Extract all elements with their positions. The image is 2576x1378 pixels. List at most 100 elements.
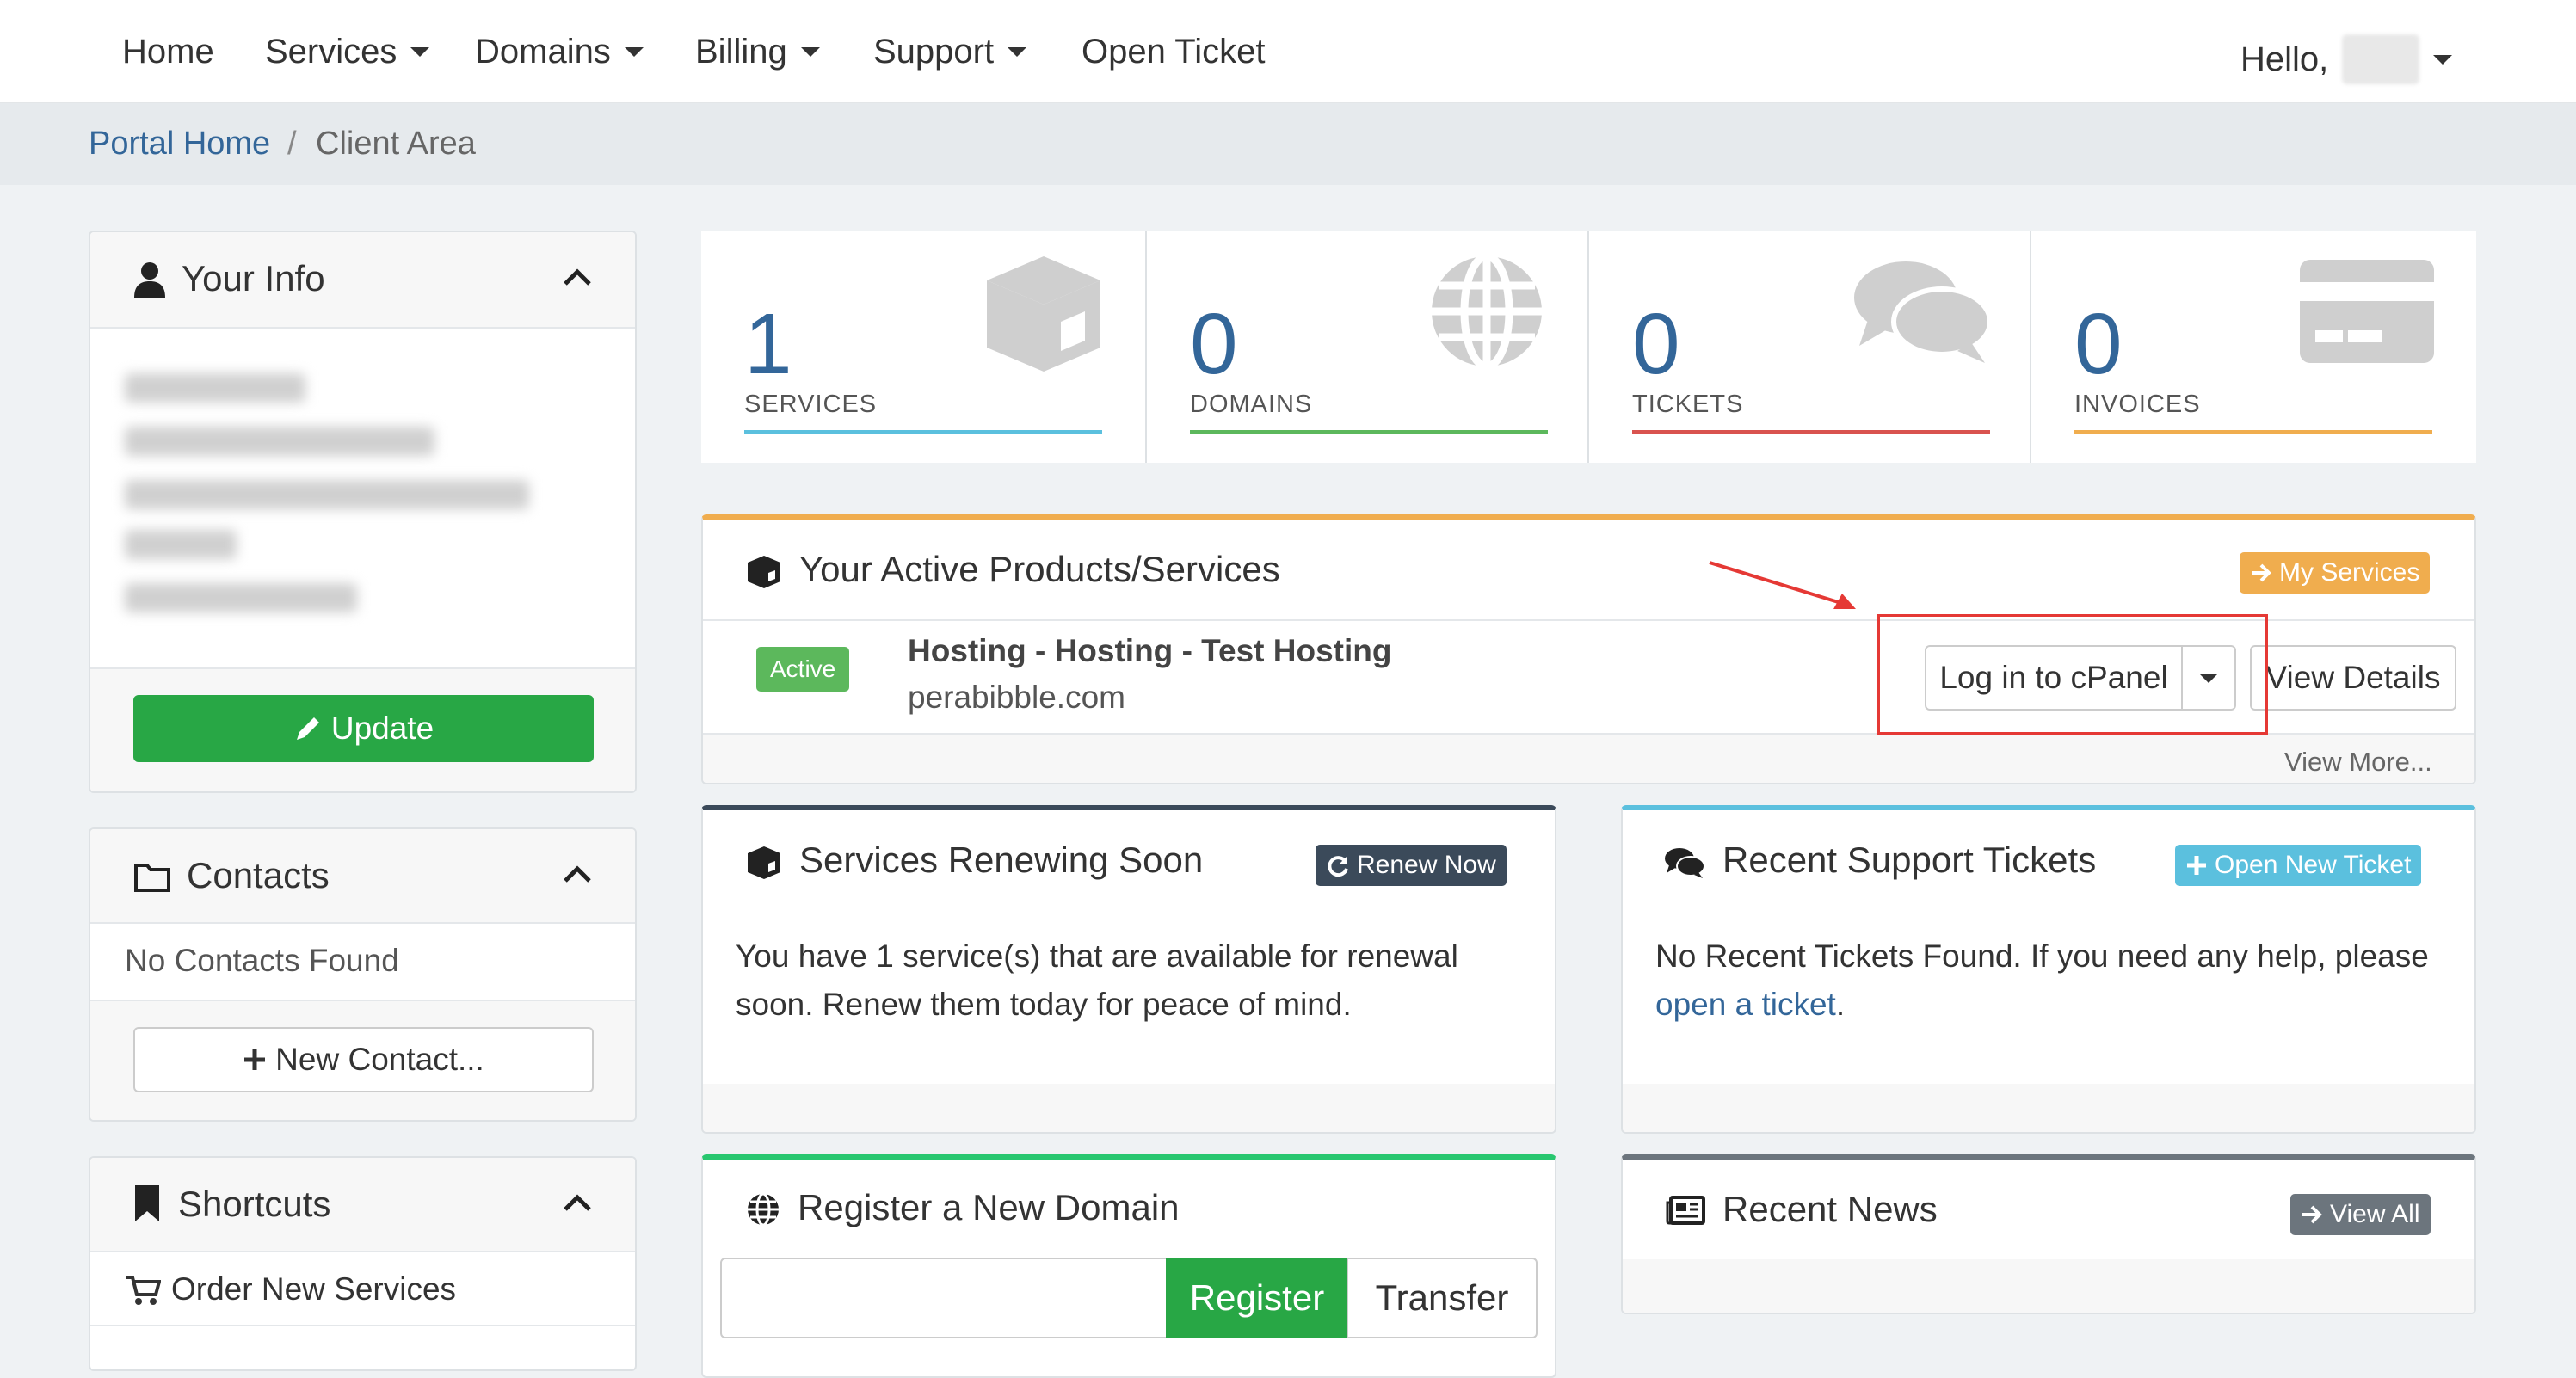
chevron-up-icon[interactable] (562, 1192, 593, 1213)
nav-support[interactable]: Support (873, 33, 1027, 71)
shortcuts-title: Shortcuts (178, 1184, 331, 1224)
active-products-footer: View More... (703, 733, 2474, 783)
user-menu[interactable]: Hello, (2240, 34, 2453, 84)
chevron-up-icon[interactable] (562, 864, 593, 884)
globe-icon (1432, 252, 1542, 371)
domains-count: 0 (1190, 296, 1238, 392)
renew-now-label: Renew Now (1357, 851, 1496, 879)
contacts-empty-text: No Contacts Found (125, 943, 399, 978)
caret-down-icon (800, 47, 820, 57)
nav-open-ticket-label: Open Ticket (1082, 33, 1266, 71)
user-icon (134, 262, 165, 298)
renewing-footer (703, 1084, 1555, 1132)
nav-billing[interactable]: Billing (695, 33, 820, 71)
nav-open-ticket[interactable]: Open Ticket (1082, 33, 1265, 71)
service-domain: perabibble.com (908, 680, 1125, 715)
contacts-empty-row: No Contacts Found (90, 924, 635, 1001)
nav-home[interactable]: Home (122, 33, 214, 71)
pencil-icon (296, 717, 319, 740)
recent-tickets-text: No Recent Tickets Found. If you need any… (1655, 932, 2429, 1029)
tickets-label: TICKETS (1632, 391, 1744, 418)
caret-down-icon (624, 47, 644, 57)
caret-down-icon (410, 47, 430, 57)
view-details-label: View Details (2265, 660, 2441, 695)
breadcrumb-home[interactable]: Portal Home (89, 126, 270, 163)
contacts-panel: Contacts No Contacts Found New Contact..… (89, 827, 637, 1122)
breadcrumb: Portal Home / Client Area (0, 103, 2576, 185)
shortcuts-header[interactable]: Shortcuts (90, 1158, 635, 1252)
register-domain-title: Register a New Domain (798, 1187, 1180, 1227)
bookmark-icon (135, 1185, 159, 1221)
open-new-ticket-label: Open New Ticket (2215, 851, 2412, 879)
recent-tickets-panel: Recent Support Tickets Open New Ticket N… (1621, 805, 2476, 1134)
my-services-label: My Services (2279, 558, 2420, 587)
caret-down-icon (2433, 54, 2453, 65)
folder-icon (134, 864, 170, 892)
view-all-news-button[interactable]: View All (2290, 1194, 2431, 1235)
renewing-panel: Services Renewing Soon Renew Now You hav… (701, 805, 1556, 1134)
your-info-title: Your Info (182, 258, 325, 298)
status-badge: Active (756, 647, 850, 692)
open-ticket-link[interactable]: open a ticket (1655, 987, 1836, 1022)
view-more-link[interactable]: View More... (2284, 747, 2432, 778)
my-services-button[interactable]: My Services (2240, 552, 2431, 594)
recent-news-title: Recent News (1722, 1189, 1938, 1229)
tickets-text-line1: No Recent Tickets Found. If you need any… (1655, 938, 2429, 974)
cube-icon (748, 846, 780, 879)
register-button[interactable]: Register (1166, 1258, 1348, 1338)
domain-search-input[interactable] (720, 1258, 1168, 1338)
recent-tickets-header: Recent Support Tickets Open New Ticket (1623, 810, 2474, 901)
chevron-up-icon[interactable] (562, 267, 593, 287)
tickets-text-end: . (1835, 987, 1846, 1022)
nav-services[interactable]: Services (265, 33, 430, 71)
nav-home-label: Home (122, 33, 214, 71)
shortcuts-panel: Shortcuts Order New Services (89, 1156, 637, 1371)
renewing-text: You have 1 service(s) that are available… (736, 932, 1458, 1029)
active-products-header: Your Active Products/Services My Service… (703, 520, 2474, 621)
recent-news-panel: Recent News View All (1621, 1154, 2476, 1314)
services-label: SERVICES (744, 391, 878, 418)
nav-billing-label: Billing (695, 33, 787, 71)
shortcut-order-new-services[interactable]: Order New Services (90, 1252, 635, 1326)
renew-now-button[interactable]: Renew Now (1316, 845, 1507, 886)
stat-invoices[interactable]: 0 INVOICES (2031, 231, 2476, 463)
transfer-label: Transfer (1375, 1277, 1509, 1318)
contacts-footer: New Contact... (90, 1001, 635, 1120)
greeting-text: Hello, (2240, 40, 2329, 78)
nav-domains[interactable]: Domains (475, 33, 644, 71)
globe-icon (748, 1192, 779, 1227)
open-new-ticket-button[interactable]: Open New Ticket (2175, 845, 2422, 886)
cart-icon (126, 1276, 161, 1305)
contacts-header[interactable]: Contacts (90, 829, 635, 924)
your-info-panel: Your Info Update (89, 231, 637, 793)
nav-support-label: Support (873, 33, 995, 71)
refresh-icon (1328, 856, 1348, 877)
plus-icon (244, 1049, 266, 1070)
recent-tickets-footer (1623, 1084, 2474, 1132)
transfer-button[interactable]: Transfer (1347, 1258, 1538, 1338)
new-contact-button[interactable]: New Contact... (133, 1027, 594, 1092)
services-bar (744, 430, 1102, 434)
view-details-button[interactable]: View Details (2250, 645, 2456, 711)
update-button-label: Update (330, 711, 434, 746)
newspaper-icon (1666, 1196, 1705, 1225)
your-info-header[interactable]: Your Info (90, 232, 635, 329)
top-navbar: Home Services Domains Billing Support Op… (0, 0, 2576, 103)
arrow-right-icon (2252, 563, 2271, 582)
register-domain-header: Register a New Domain (703, 1160, 1555, 1246)
comments-icon (1665, 848, 1705, 878)
comments-icon (1854, 261, 1992, 363)
plus-icon (2187, 856, 2206, 875)
renewing-text-line2: soon. Renew them today for peace of mind… (736, 987, 1352, 1022)
stat-services[interactable]: 1 SERVICES (701, 231, 1145, 463)
tickets-count: 0 (1632, 296, 1680, 392)
credit-card-icon (2300, 260, 2434, 363)
contacts-title: Contacts (187, 855, 330, 895)
recent-news-header: Recent News View All (1623, 1160, 2474, 1259)
services-count: 1 (744, 296, 792, 392)
register-label: Register (1189, 1277, 1325, 1318)
update-button[interactable]: Update (133, 695, 594, 762)
stat-domains[interactable]: 0 DOMAINS (1147, 231, 1591, 463)
nav-domains-label: Domains (475, 33, 611, 71)
stat-tickets[interactable]: 0 TICKETS (1589, 231, 2033, 463)
